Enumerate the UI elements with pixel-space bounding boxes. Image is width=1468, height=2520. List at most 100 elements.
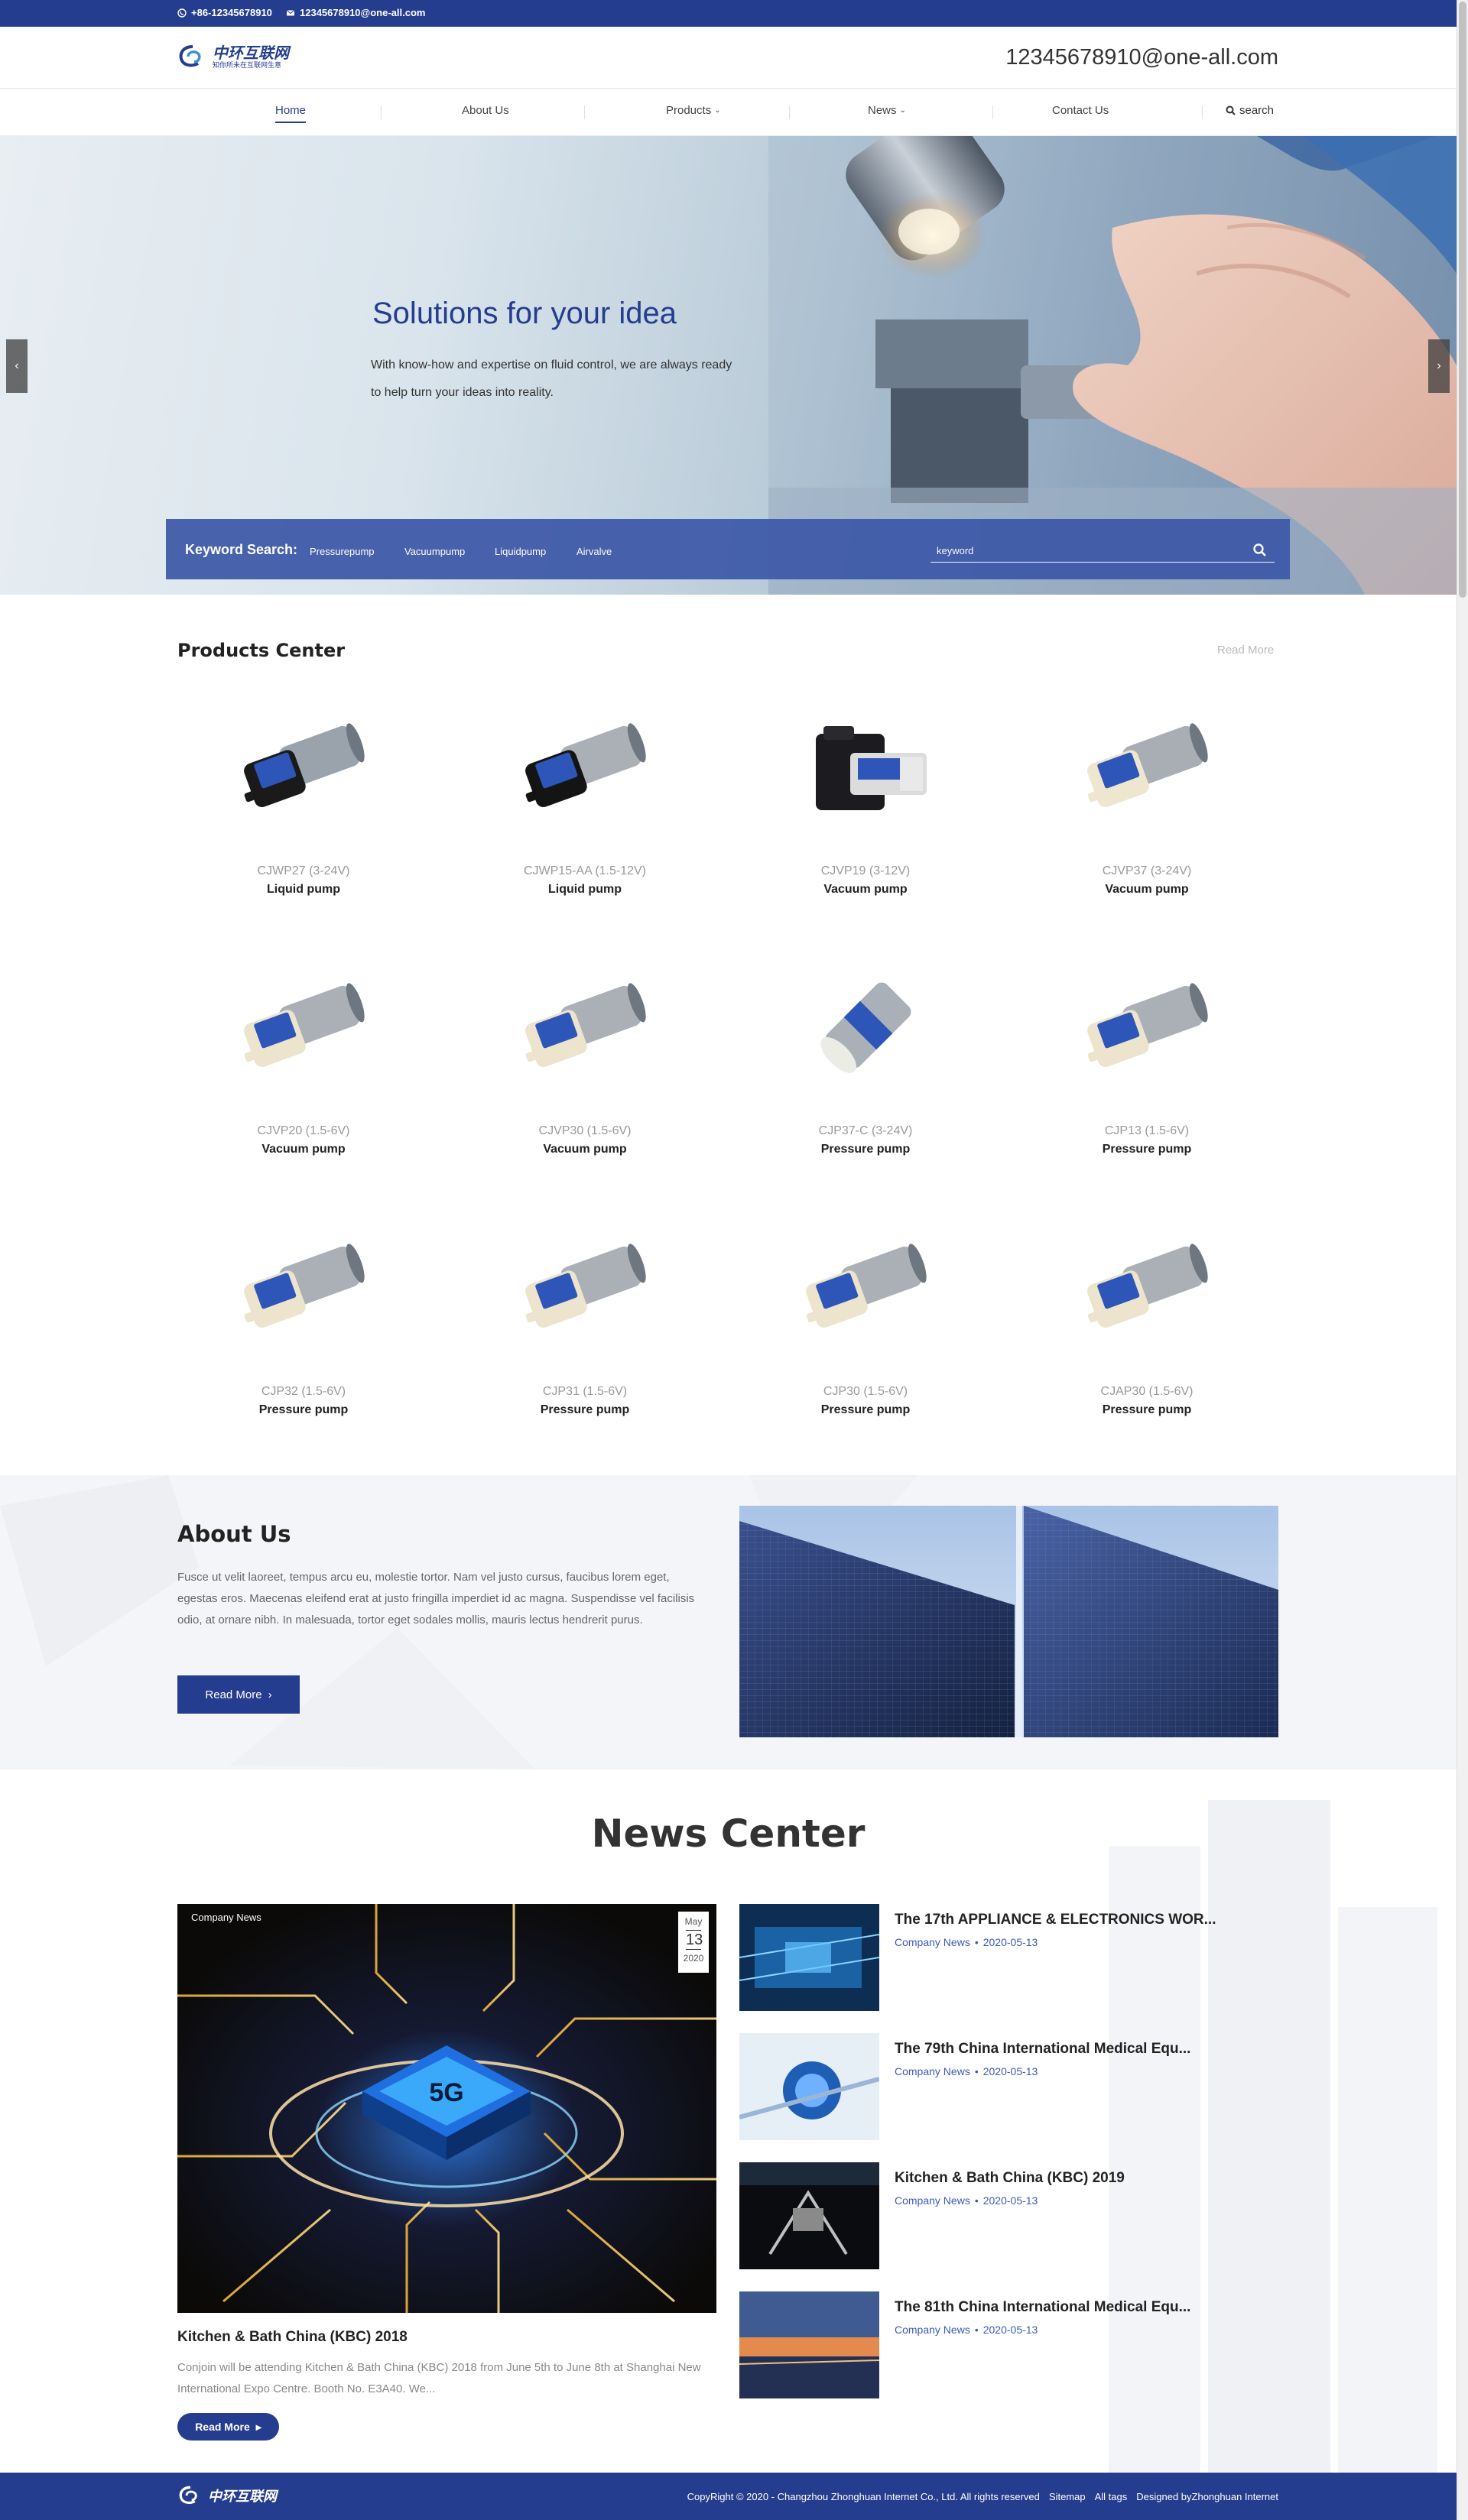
product-type[interactable]: Vacuum pump: [459, 1143, 711, 1156]
about-read-more-button[interactable]: Read More ›: [177, 1675, 300, 1714]
about-read-more-label: Read More: [205, 1688, 262, 1701]
news-category-badge[interactable]: Company News: [177, 1904, 275, 1931]
scrollbar-thumb[interactable]: [1459, 2, 1466, 598]
chevron-down-icon: ⌄: [714, 106, 721, 115]
product-model[interactable]: CJVP30 (1.5-6V): [459, 1124, 711, 1138]
product-model[interactable]: CJVP37 (3-24V): [1021, 864, 1273, 878]
product-type[interactable]: Pressure pump: [739, 1403, 992, 1417]
keyword-tag[interactable]: Airvalve: [576, 546, 612, 557]
news-item-category[interactable]: Company News: [895, 1936, 970, 1948]
product-card[interactable]: CJP32 (1.5-6V) Pressure pump: [177, 1208, 430, 1461]
news-list-item[interactable]: The 17th APPLIANCE & ELECTRONICS WOR... …: [739, 1904, 1278, 2011]
news-item-title[interactable]: Kitchen & Bath China (KBC) 2019: [895, 2170, 1125, 2187]
product-card[interactable]: CJP31 (1.5-6V) Pressure pump: [459, 1208, 711, 1461]
news-item-title[interactable]: The 17th APPLIANCE & ELECTRONICS WOR...: [895, 1912, 1216, 1928]
product-type[interactable]: Pressure pump: [177, 1403, 430, 1417]
product-model[interactable]: CJVP19 (3-12V): [739, 864, 992, 878]
nav-contact-label: Contact Us: [1052, 104, 1109, 117]
news-item-title[interactable]: The 81th China International Medical Equ…: [895, 2299, 1190, 2316]
nav-home[interactable]: Home: [275, 104, 307, 123]
product-model[interactable]: CJAP30 (1.5-6V): [1021, 1385, 1273, 1399]
product-type[interactable]: Vacuum pump: [177, 1143, 430, 1156]
product-model[interactable]: CJP30 (1.5-6V): [739, 1385, 992, 1399]
news-item-date: 2020-05-13: [982, 2324, 1038, 2336]
product-card[interactable]: CJAP30 (1.5-6V) Pressure pump: [1021, 1208, 1273, 1461]
news-list-item[interactable]: The 81th China International Medical Equ…: [739, 2291, 1278, 2398]
product-type[interactable]: Pressure pump: [1021, 1403, 1273, 1417]
news-thumbnail[interactable]: [739, 2291, 879, 2398]
news-item-category[interactable]: Company News: [895, 2065, 970, 2077]
nav-about[interactable]: About Us: [462, 104, 509, 117]
product-card[interactable]: CJVP19 (3-12V) Vacuum pump: [739, 688, 992, 940]
news-item-meta: Company News • 2020-05-13: [895, 1936, 1038, 1948]
product-card[interactable]: CJWP15-AA (1.5-12V) Liquid pump: [459, 688, 711, 940]
search-icon: [1226, 105, 1236, 115]
nav-news[interactable]: News ⌄: [868, 104, 906, 117]
news-item-category[interactable]: Company News: [895, 2194, 970, 2207]
product-card[interactable]: CJP37-C (3-24V) Pressure pump: [739, 948, 992, 1200]
news-thumbnail[interactable]: [739, 2162, 879, 2269]
nav-divider: [1202, 105, 1203, 119]
news-item-category[interactable]: Company News: [895, 2324, 970, 2336]
product-model[interactable]: CJP32 (1.5-6V): [177, 1385, 430, 1399]
footer-sitemap-link[interactable]: Sitemap: [1049, 2491, 1086, 2502]
news-item-date: 2020-05-13: [982, 1936, 1038, 1948]
product-type[interactable]: Pressure pump: [459, 1403, 711, 1417]
product-card[interactable]: CJVP20 (1.5-6V) Vacuum pump: [177, 948, 430, 1200]
news-featured-image[interactable]: 5G Company News May 13 2020: [177, 1904, 716, 2313]
keyword-tag[interactable]: Vacuumpump: [404, 546, 465, 557]
product-type[interactable]: Vacuum pump: [739, 883, 992, 897]
keyword-tag[interactable]: Pressurepump: [310, 546, 375, 557]
product-type[interactable]: Pressure pump: [1021, 1143, 1273, 1156]
products-read-more[interactable]: Read More: [1217, 644, 1274, 657]
keyword-tag[interactable]: Liquidpump: [495, 546, 546, 557]
top-phone[interactable]: +86-12345678910: [177, 7, 272, 18]
chevron-down-icon: ⌄: [899, 106, 906, 115]
chip-5g-image: 5G: [177, 1904, 716, 2313]
mail-icon: [286, 9, 295, 15]
header-email[interactable]: 12345678910@one-all.com: [1005, 45, 1278, 70]
product-model[interactable]: CJP31 (1.5-6V): [459, 1385, 711, 1399]
slider-prev-button[interactable]: ‹: [6, 339, 28, 393]
site-logo[interactable]: 中环互联网 知你所未在互联网生意: [177, 44, 289, 70]
news-featured-title[interactable]: Kitchen & Bath China (KBC) 2018: [177, 2329, 408, 2346]
search-icon[interactable]: [1252, 543, 1268, 558]
product-type[interactable]: Pressure pump: [739, 1143, 992, 1156]
product-model[interactable]: CJP13 (1.5-6V): [1021, 1124, 1273, 1138]
news-read-more-button[interactable]: Read More ▸: [177, 2413, 279, 2441]
footer-designed-by[interactable]: Designed byZhonghuan Internet: [1136, 2491, 1278, 2502]
product-type[interactable]: Liquid pump: [177, 883, 430, 897]
product-model[interactable]: CJWP27 (3-24V): [177, 864, 430, 878]
product-card[interactable]: CJP30 (1.5-6V) Pressure pump: [739, 1208, 992, 1461]
product-type[interactable]: Liquid pump: [459, 883, 711, 897]
nav-search[interactable]: search: [1226, 104, 1274, 117]
news-item-title[interactable]: The 79th China International Medical Equ…: [895, 2041, 1190, 2058]
site-footer: 中环互联网 CopyRight © 2020 - Changzhou Zhong…: [0, 2473, 1457, 2520]
nav-products[interactable]: Products ⌄: [666, 104, 721, 117]
logo-tagline: 知你所未在互联网生意: [213, 60, 282, 69]
main-nav: Home About Us Products ⌄ News ⌄ Contact Us…: [0, 89, 1457, 136]
product-card[interactable]: CJVP30 (1.5-6V) Vacuum pump: [459, 948, 711, 1200]
product-card[interactable]: CJVP37 (3-24V) Vacuum pump: [1021, 688, 1273, 940]
footer-logo[interactable]: 中环互联网: [177, 2485, 277, 2506]
page-scrollbar[interactable]: [1457, 0, 1468, 2520]
product-model[interactable]: CJVP20 (1.5-6V): [177, 1124, 430, 1138]
product-model[interactable]: CJP37-C (3-24V): [739, 1124, 992, 1138]
products-title: Products Center: [177, 640, 346, 661]
news-list-item[interactable]: The 79th China International Medical Equ…: [739, 2033, 1278, 2140]
product-type[interactable]: Vacuum pump: [1021, 883, 1273, 897]
news-item-date: 2020-05-13: [982, 2065, 1038, 2077]
news-date-box: May 13 2020: [678, 1912, 709, 1973]
nav-contact[interactable]: Contact Us: [1052, 104, 1109, 117]
product-model[interactable]: CJWP15-AA (1.5-12V): [459, 864, 711, 878]
news-thumbnail[interactable]: [739, 2033, 879, 2140]
news-list-item[interactable]: Kitchen & Bath China (KBC) 2019 Company …: [739, 2162, 1278, 2269]
news-thumbnail[interactable]: [739, 1904, 879, 2011]
product-image: [244, 723, 365, 808]
top-email[interactable]: 12345678910@one-all.com: [286, 7, 425, 18]
footer-tags-link[interactable]: All tags: [1095, 2491, 1128, 2502]
product-card[interactable]: CJP13 (1.5-6V) Pressure pump: [1021, 948, 1273, 1200]
slider-next-button[interactable]: ›: [1428, 339, 1450, 393]
keyword-search-input[interactable]: [930, 540, 1275, 563]
product-card[interactable]: CJWP27 (3-24V) Liquid pump: [177, 688, 430, 940]
